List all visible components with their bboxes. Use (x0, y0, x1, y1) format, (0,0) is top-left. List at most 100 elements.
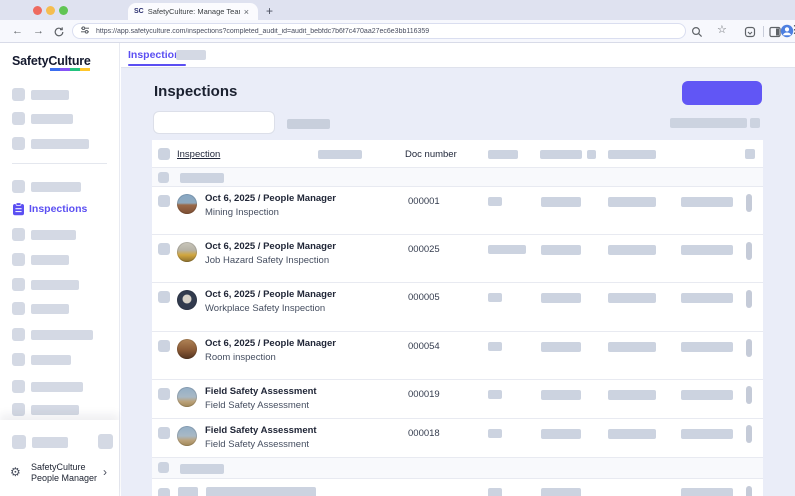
cell-skeleton (681, 293, 733, 303)
url-text: https://app.safetyculture.com/inspection… (96, 28, 429, 35)
avatar (177, 426, 197, 446)
group-label-skeleton (180, 464, 224, 474)
sidebar-skeleton-item (0, 86, 120, 104)
column-header-skeleton (587, 150, 596, 159)
cell-skeleton (488, 197, 502, 206)
sidebar-skeleton-item (0, 351, 120, 369)
cell-skeleton (206, 487, 316, 496)
cell-skeleton (608, 429, 656, 439)
new-tab-button[interactable]: + (266, 3, 273, 20)
table-row[interactable]: Oct 6, 2025 / People Manager Job Hazard … (152, 235, 763, 283)
table-row[interactable]: Oct 6, 2025 / People Manager Room inspec… (152, 332, 763, 380)
search-input[interactable] (153, 111, 275, 134)
logo-text-safety: Safety (12, 54, 48, 68)
safetyculture-logo[interactable]: SafetyCulture (12, 54, 91, 68)
inspection-template: Field Safety Assessment (205, 439, 340, 451)
org-switcher[interactable]: ⚙ SafetyCulture People Manager › (0, 458, 119, 496)
row-checkbox[interactable] (158, 340, 170, 352)
minimize-window-button[interactable] (46, 6, 55, 15)
close-tab-icon[interactable]: × (244, 7, 249, 17)
cell-skeleton (608, 342, 656, 352)
column-header-doc-number[interactable]: Doc number (405, 149, 457, 160)
forward-button[interactable]: → (33, 23, 44, 39)
browser-tab[interactable]: SC SafetyCulture: Manage Teams × (128, 3, 258, 20)
avatar (177, 194, 197, 214)
chevron-right-icon: › (103, 465, 107, 479)
sidebar-divider (12, 163, 107, 164)
doc-number: 000054 (408, 341, 440, 352)
table-row[interactable]: Field Safety Assessment Field Safety Ass… (152, 419, 763, 458)
doc-number: 000019 (408, 389, 440, 400)
sidebar-skeleton-item (0, 401, 120, 419)
column-header-inspection[interactable]: Inspection (177, 149, 220, 160)
header-skeleton-bar (670, 118, 747, 128)
row-actions-skeleton (746, 425, 752, 443)
inspection-title[interactable]: Oct 6, 2025 / People Manager (205, 338, 340, 350)
url-bar[interactable]: https://app.safetyculture.com/inspection… (72, 23, 686, 39)
inspection-title[interactable]: Oct 6, 2025 / People Manager (205, 193, 340, 205)
site-settings-icon[interactable] (80, 22, 90, 40)
cell-skeleton (541, 245, 581, 255)
sidebar-skeleton-item (0, 276, 120, 294)
avatar (177, 387, 197, 407)
tab-skeleton (176, 50, 206, 60)
table-row[interactable]: Oct 6, 2025 / People Manager Mining Insp… (152, 187, 763, 235)
safetyculture-app: SafetyCulture Inspections (0, 43, 795, 496)
row-checkbox[interactable] (158, 427, 170, 439)
back-button[interactable]: ← (12, 23, 23, 39)
row-actions-skeleton (746, 339, 752, 357)
inspection-title[interactable]: Field Safety Assessment (205, 425, 340, 437)
column-settings-skeleton (745, 149, 755, 159)
filter-skeleton (287, 119, 330, 129)
cell-skeleton (488, 342, 502, 351)
table-row[interactable]: Oct 6, 2025 / People Manager Workplace S… (152, 283, 763, 332)
footer-skeleton-square (98, 434, 113, 449)
sidebar-item-inspections[interactable]: Inspections (0, 200, 120, 218)
row-checkbox[interactable] (158, 243, 170, 255)
browser-toolbar: ← → https://app.safetyculture.com/inspec… (0, 20, 795, 43)
column-header-skeleton (540, 150, 582, 159)
cell-skeleton (178, 487, 198, 496)
sidebar-skeleton-item (0, 378, 120, 396)
table-header-row: Inspection Doc number (152, 140, 763, 168)
extensions-icon[interactable] (744, 25, 756, 43)
browser-menu-kebab-icon[interactable]: ⋮ (789, 23, 795, 37)
toolbar-divider (763, 26, 764, 37)
row-actions-skeleton (746, 194, 752, 212)
reload-button[interactable] (53, 25, 65, 43)
inspection-title[interactable]: Field Safety Assessment (205, 386, 340, 398)
close-window-button[interactable] (33, 6, 42, 15)
header-skeleton-square (750, 118, 760, 128)
avatar (177, 290, 197, 310)
row-actions-skeleton (746, 290, 752, 308)
sidebar-skeleton-item (0, 326, 120, 344)
cell-skeleton (488, 390, 502, 399)
org-role: People Manager (31, 473, 97, 484)
cell-skeleton (488, 293, 502, 302)
footer-skeleton-icon (12, 435, 26, 449)
doc-number: 000005 (408, 292, 440, 303)
group-checkbox[interactable] (158, 462, 169, 473)
cell-skeleton (488, 245, 526, 254)
group-checkbox[interactable] (158, 172, 169, 183)
row-checkbox[interactable] (158, 291, 170, 303)
inspection-title[interactable]: Oct 6, 2025 / People Manager (205, 289, 340, 301)
cell-skeleton (681, 429, 733, 439)
table-row[interactable]: Field Safety Assessment Field Safety Ass… (152, 380, 763, 419)
inspection-template: Job Hazard Safety Inspection (205, 255, 340, 267)
maximize-window-button[interactable] (59, 6, 68, 15)
row-checkbox[interactable] (158, 388, 170, 400)
tab-title: SafetyCulture: Manage Teams (148, 7, 240, 16)
row-checkbox[interactable] (158, 195, 170, 207)
sidebar-footer: ⚙ SafetyCulture People Manager › (0, 420, 119, 496)
row-checkbox[interactable] (158, 488, 170, 496)
bookmark-star-icon[interactable]: ☆ (717, 23, 727, 37)
select-all-checkbox[interactable] (158, 148, 170, 160)
browser-window: SC SafetyCulture: Manage Teams × + ← → h… (0, 0, 795, 496)
zoom-page-icon[interactable] (691, 25, 703, 43)
sidebar-skeleton-item (0, 135, 120, 153)
cell-skeleton (681, 197, 733, 207)
inspection-title[interactable]: Oct 6, 2025 / People Manager (205, 241, 340, 253)
doc-number: 000018 (408, 428, 440, 439)
primary-action-button[interactable] (682, 81, 762, 105)
